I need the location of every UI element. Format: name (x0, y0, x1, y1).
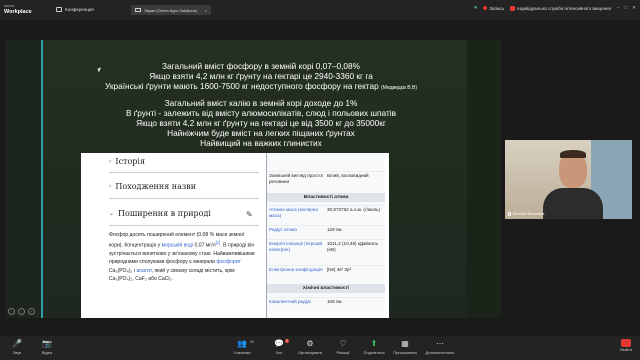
leave-icon (621, 339, 631, 347)
infobox-header-atom: Властивості атома (267, 193, 385, 202)
infobox-row: Електронна конфігурація [Ne] 3s² 3p³ (267, 265, 385, 274)
infobox-row: Енергія іонізації (перший електрон) 1011… (267, 239, 385, 254)
wikipedia-screenshot: › Історія › Походження назви ⌄ Поширення в … (81, 153, 389, 318)
wiki-paragraph: Фосфор досить поширений елемент (0,08 % … (109, 232, 255, 282)
conference-icon (56, 7, 62, 12)
participant-name-tag: Віталій Філиппов (508, 211, 544, 216)
heart-icon: ♡ (339, 339, 347, 348)
meeting-controls: 🎤 Звук 📷 Відео 👥 30 Учасники 💬 2 Чат ⚙ О… (0, 336, 640, 360)
apps-button[interactable]: ▦ Приложения (385, 339, 425, 355)
camera-icon: 📷 (42, 339, 52, 348)
infobox-row: Ковалентний радіус 106 пм (267, 297, 385, 306)
divider (109, 198, 259, 199)
screen-icon (135, 8, 141, 12)
leave-button[interactable]: Выйти (616, 339, 636, 352)
chevron-right-icon: › (109, 158, 112, 165)
infobox-row: Атомна маса (молярна маса) 30,973762 а.о… (267, 205, 385, 220)
slide-controls: ‹ › + (8, 308, 35, 315)
organize-icon: ⚙ (306, 339, 314, 348)
next-slide-icon[interactable]: › (18, 308, 25, 315)
wiki-section-name-origin[interactable]: › Походження назви (109, 182, 196, 191)
participant-body (543, 188, 603, 219)
link-apatite[interactable]: апатит (136, 268, 151, 274)
close-window-button[interactable]: ✕ (632, 5, 636, 11)
more-button[interactable]: ⋯ Дополнительно (420, 339, 460, 355)
wiki-section-distribution[interactable]: ⌄ Поширення в природі (109, 209, 211, 218)
divider (109, 172, 259, 173)
conference-menu[interactable]: Конференция (56, 7, 94, 12)
share-icon: ⬆ (370, 339, 378, 348)
shared-slide: Загальний вміст фосфору в земній корі 0,… (6, 40, 501, 318)
chevron-down-icon: ⌄ (109, 210, 115, 217)
slide-left-band (6, 40, 41, 318)
mic-icon (508, 211, 511, 216)
slide-paragraph-phosphorus: Загальний вміст фосфору в земній корі 0,… (104, 61, 418, 91)
participants-icon: 👥 (237, 339, 247, 348)
maximize-button[interactable]: □ (625, 5, 628, 11)
slide-paragraph-potassium: Загальний вміст калію в земній корі дохо… (125, 98, 397, 148)
wiki-section-history[interactable]: › Історія (109, 157, 145, 166)
top-toolbar: zoom Workplace Конференция Экран (Green … (0, 0, 640, 20)
link-phosphorite[interactable]: фосфорит (216, 259, 241, 265)
chevron-right-icon: › (109, 183, 112, 190)
infobox-header-chemical: Хімічні властивості (267, 284, 385, 293)
infobox: Зовнішній вигляд простої речовини Білий,… (266, 153, 385, 318)
screen-share-tab[interactable]: Экран (Green Agro Solutions) × (131, 5, 211, 15)
divider (109, 225, 259, 226)
org-icon (510, 5, 516, 11)
more-icon: ⋯ (436, 339, 444, 348)
participant-hair (560, 150, 586, 158)
zoom-logo: zoom Workplace (4, 3, 32, 15)
infobox-row: Радіус атома 128 пм (267, 225, 385, 234)
edit-pencil-icon[interactable]: ✎ (246, 210, 253, 219)
previous-slide-icon[interactable]: ‹ (8, 308, 15, 315)
close-icon[interactable]: × (205, 8, 207, 13)
infobox-row: Зовнішній вигляд простої речовини Білий,… (267, 171, 385, 186)
recording-indicator[interactable]: Запись (483, 6, 504, 11)
recording-dot-icon (483, 6, 488, 10)
participants-button[interactable]: 👥 30 Учасники (222, 339, 262, 355)
video-button[interactable]: 📷 Відео (27, 339, 67, 355)
minimize-button[interactable]: – (617, 5, 620, 11)
apps-icon: ▦ (401, 339, 409, 348)
zoom-icon[interactable]: + (28, 308, 35, 315)
organization-badge: Індивідуальна служба Інтенсивного вищенн… (510, 5, 611, 11)
participant-video[interactable]: Віталій Філиппов (505, 140, 632, 219)
link-sea-water[interactable]: морській воді (162, 243, 193, 249)
shield-icon[interactable]: ● (474, 5, 478, 11)
chat-icon: 💬 (274, 339, 284, 348)
microphone-icon: 🎤 (12, 339, 22, 348)
slide-accent-line (41, 40, 43, 318)
